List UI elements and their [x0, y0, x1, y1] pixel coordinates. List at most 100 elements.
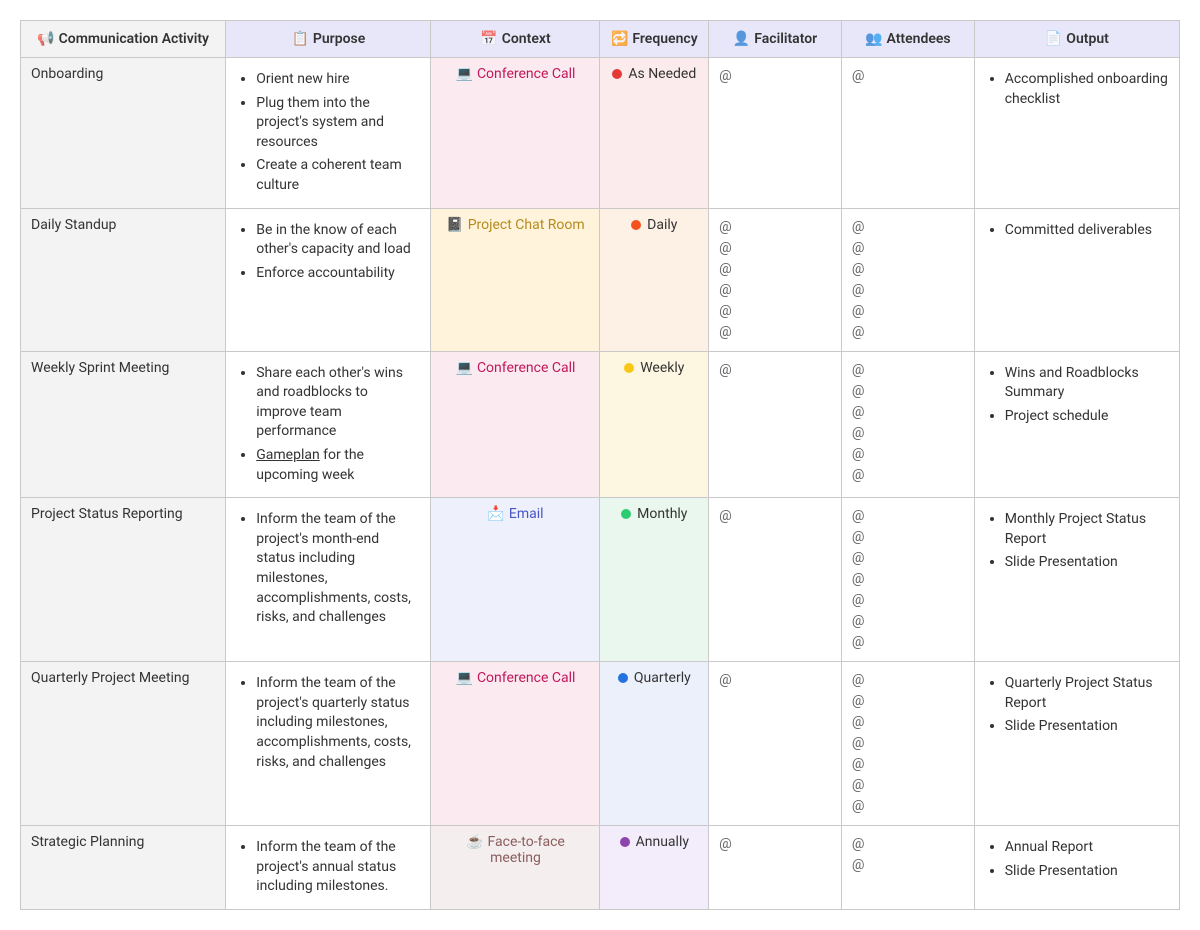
- header-output-label: Output: [1066, 31, 1109, 47]
- mention-placeholder[interactable]: @: [852, 506, 964, 527]
- mention-placeholder[interactable]: @: [852, 712, 964, 733]
- megaphone-icon: 📢: [37, 31, 54, 47]
- mention-placeholder[interactable]: @: [852, 632, 964, 653]
- purpose-item: Inform the team of the project's annual …: [256, 838, 420, 897]
- cell-context: 📩Email: [431, 498, 600, 662]
- repeat-icon: 🔁: [611, 31, 628, 47]
- page-icon: 📄: [1045, 31, 1062, 47]
- mention-placeholder[interactable]: @: [719, 259, 831, 280]
- mention-placeholder[interactable]: @: [852, 402, 964, 423]
- frequency-dot-icon: [620, 837, 630, 847]
- header-row: 📢Communication Activity 📋Purpose 📅Contex…: [21, 21, 1180, 58]
- frequency-dot-icon: [612, 69, 622, 79]
- cell-facilitator: @: [709, 58, 842, 209]
- mention-placeholder[interactable]: @: [852, 423, 964, 444]
- mention-placeholder[interactable]: @: [719, 360, 831, 381]
- header-activity-label: Communication Activity: [59, 31, 209, 47]
- mention-placeholder[interactable]: @: [719, 238, 831, 259]
- purpose-item: Gameplan for the upcoming week: [256, 446, 420, 485]
- header-output: 📄Output: [974, 21, 1179, 58]
- mention-placeholder[interactable]: @: [852, 66, 964, 87]
- frequency-dot-icon: [618, 673, 628, 683]
- mention-placeholder[interactable]: @: [719, 301, 831, 322]
- frequency-label: As Needed: [628, 66, 696, 82]
- cell-frequency: Quarterly: [600, 662, 709, 826]
- mention-placeholder[interactable]: @: [852, 834, 964, 855]
- mention-placeholder[interactable]: @: [852, 238, 964, 259]
- cell-frequency: Annually: [600, 826, 709, 910]
- mention-placeholder[interactable]: @: [719, 280, 831, 301]
- conference-icon: 💻: [456, 360, 473, 376]
- mention-placeholder[interactable]: @: [852, 796, 964, 817]
- mention-placeholder[interactable]: @: [852, 381, 964, 402]
- mention-placeholder[interactable]: @: [852, 465, 964, 486]
- header-facilitator-label: Facilitator: [754, 31, 817, 47]
- output-item: Annual Report: [1005, 838, 1169, 858]
- cell-frequency: Monthly: [600, 498, 709, 662]
- mention-placeholder[interactable]: @: [852, 280, 964, 301]
- mention-placeholder[interactable]: @: [852, 360, 964, 381]
- cell-context: 💻Conference Call: [431, 351, 600, 498]
- mention-placeholder[interactable]: @: [852, 301, 964, 322]
- cell-frequency: Weekly: [600, 351, 709, 498]
- frequency-dot-icon: [621, 509, 631, 519]
- mention-placeholder[interactable]: @: [719, 322, 831, 343]
- cell-purpose: Inform the team of the project's annual …: [226, 826, 431, 910]
- cell-purpose: Share each other's wins and roadblocks t…: [226, 351, 431, 498]
- mention-placeholder[interactable]: @: [852, 590, 964, 611]
- mention-placeholder[interactable]: @: [719, 834, 831, 855]
- mention-placeholder[interactable]: @: [852, 691, 964, 712]
- header-facilitator: 👤Facilitator: [709, 21, 842, 58]
- frequency-label: Daily: [647, 217, 677, 233]
- cell-facilitator: @@@@@@: [709, 208, 842, 351]
- cell-frequency: As Needed: [600, 58, 709, 209]
- purpose-item: Inform the team of the project's month-e…: [256, 510, 420, 628]
- mention-placeholder[interactable]: @: [852, 259, 964, 280]
- mention-placeholder[interactable]: @: [852, 754, 964, 775]
- cell-activity: Daily Standup: [21, 208, 226, 351]
- cell-context: 💻Conference Call: [431, 58, 600, 209]
- header-frequency: 🔁Frequency: [600, 21, 709, 58]
- frequency-label: Weekly: [640, 360, 684, 376]
- person-icon: 👤: [733, 31, 750, 47]
- mention-placeholder[interactable]: @: [719, 670, 831, 691]
- cell-output: Monthly Project Status ReportSlide Prese…: [974, 498, 1179, 662]
- table-row: Weekly Sprint MeetingShare each other's …: [21, 351, 1180, 498]
- mention-placeholder[interactable]: @: [852, 611, 964, 632]
- header-context-label: Context: [502, 31, 551, 47]
- mention-placeholder[interactable]: @: [852, 855, 964, 876]
- mention-placeholder[interactable]: @: [852, 322, 964, 343]
- cell-facilitator: @: [709, 826, 842, 910]
- purpose-item: Share each other's wins and roadblocks t…: [256, 364, 420, 442]
- mention-placeholder[interactable]: @: [852, 670, 964, 691]
- mention-placeholder[interactable]: @: [852, 444, 964, 465]
- context-label: Conference Call: [477, 66, 576, 82]
- frequency-label: Quarterly: [634, 670, 691, 686]
- frequency-label: Annually: [636, 834, 689, 850]
- clipboard-icon: 📋: [291, 31, 308, 47]
- cell-output: Wins and Roadblocks SummaryProject sched…: [974, 351, 1179, 498]
- mention-placeholder[interactable]: @: [719, 217, 831, 238]
- cell-attendees: @@: [841, 826, 974, 910]
- mention-placeholder[interactable]: @: [852, 569, 964, 590]
- mention-placeholder[interactable]: @: [852, 733, 964, 754]
- mention-placeholder[interactable]: @: [719, 66, 831, 87]
- mention-placeholder[interactable]: @: [852, 527, 964, 548]
- cell-output: Committed deliverables: [974, 208, 1179, 351]
- cell-output: Quarterly Project Status ReportSlide Pre…: [974, 662, 1179, 826]
- table-row: Daily Standup Be in the know of each othe…: [21, 208, 1180, 351]
- output-item: Slide Presentation: [1005, 862, 1169, 882]
- output-item: Accomplished onboarding checklist: [1005, 70, 1169, 109]
- mention-placeholder[interactable]: @: [719, 506, 831, 527]
- conference-icon: 💻: [456, 670, 473, 686]
- purpose-item: Be in the know of each other's capacity …: [256, 221, 420, 260]
- context-label: Face-to-face meeting: [488, 834, 565, 866]
- cell-context: 📓Project Chat Room: [431, 208, 600, 351]
- table-row: Quarterly Project MeetingInform the team…: [21, 662, 1180, 826]
- table-row: OnboardingOrient new hirePlug them into …: [21, 58, 1180, 209]
- mention-placeholder[interactable]: @: [852, 548, 964, 569]
- mention-placeholder[interactable]: @: [852, 775, 964, 796]
- purpose-item: Plug them into the project's system and …: [256, 94, 420, 153]
- cell-attendees: @@@@@@@: [841, 498, 974, 662]
- mention-placeholder[interactable]: @: [852, 217, 964, 238]
